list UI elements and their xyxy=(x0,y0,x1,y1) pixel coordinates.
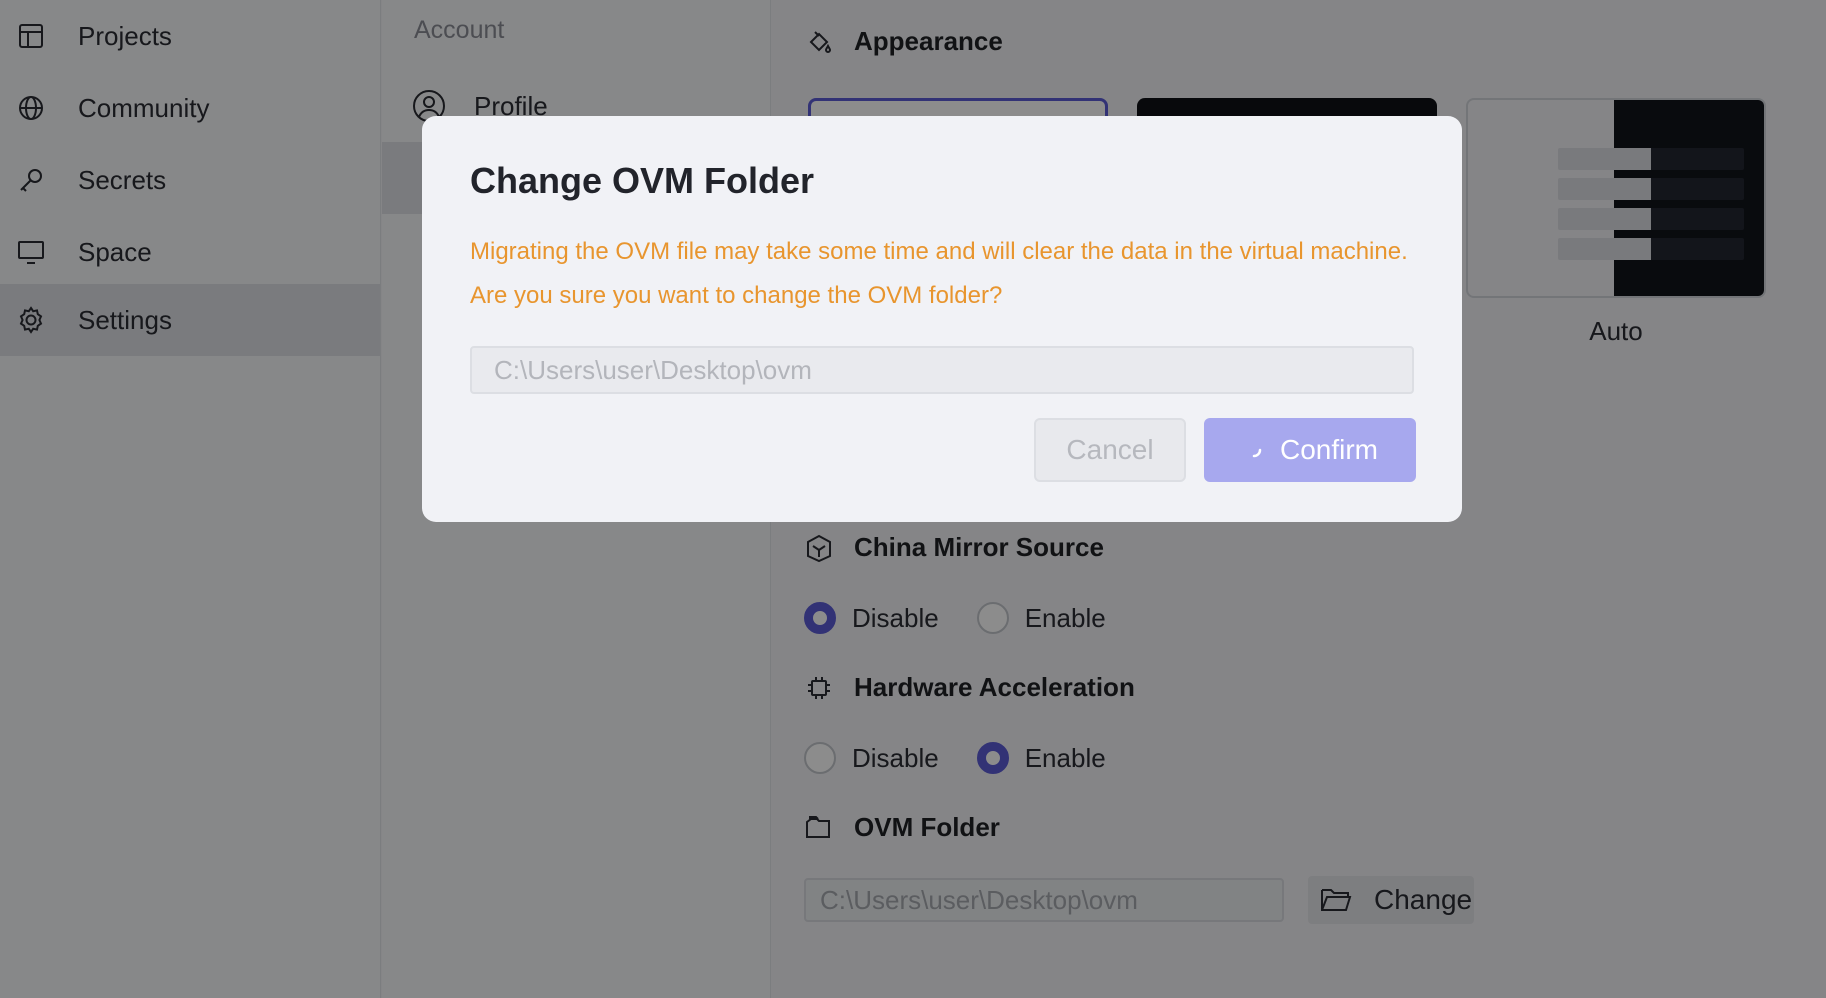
loading-spinner-icon xyxy=(1242,438,1266,462)
dialog-warning-text: Migrating the OVM file may take some tim… xyxy=(470,238,1408,309)
confirm-label: Confirm xyxy=(1279,434,1378,465)
dialog-folder-path-input[interactable]: C:\Users\user\Desktop\ovm xyxy=(470,346,1414,394)
confirm-button[interactable]: Confirm xyxy=(1204,418,1416,482)
dialog-title: Change OVM Folder xyxy=(470,160,815,201)
change-ovm-folder-dialog: Change OVM Folder Migrating the OVM file… xyxy=(422,116,1462,522)
cancel-button[interactable]: Cancel xyxy=(1034,418,1186,482)
